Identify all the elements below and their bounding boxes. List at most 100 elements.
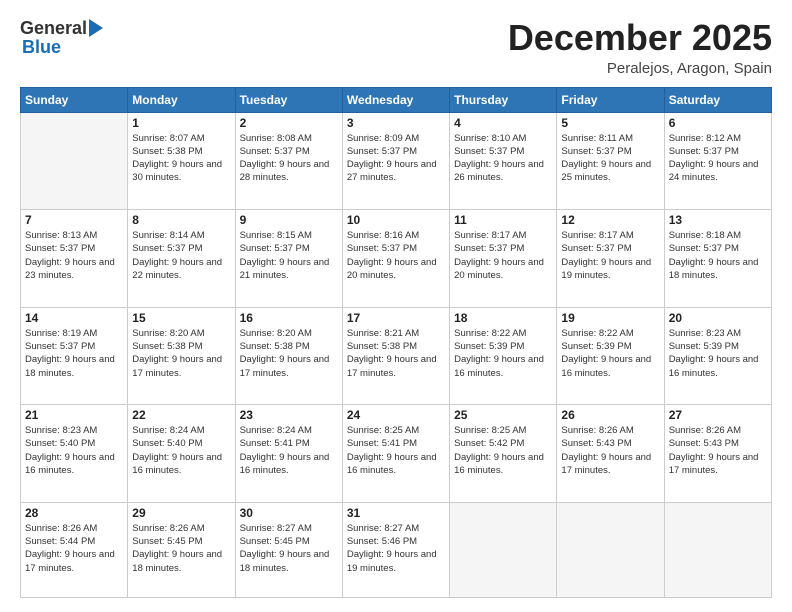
day-sunrise: Sunrise: 8:18 AM [669,229,767,242]
calendar-day-cell: 31 Sunrise: 8:27 AM Sunset: 5:46 PM Dayl… [342,502,449,597]
calendar-day-cell: 12 Sunrise: 8:17 AM Sunset: 5:37 PM Dayl… [557,210,664,308]
day-sunrise: Sunrise: 8:08 AM [240,132,338,145]
calendar-day-cell: 22 Sunrise: 8:24 AM Sunset: 5:40 PM Dayl… [128,405,235,503]
calendar-day-cell: 15 Sunrise: 8:20 AM Sunset: 5:38 PM Dayl… [128,307,235,405]
day-sunrise: Sunrise: 8:15 AM [240,229,338,242]
day-sunrise: Sunrise: 8:13 AM [25,229,123,242]
day-number: 26 [561,408,659,422]
day-sunrise: Sunrise: 8:26 AM [561,424,659,437]
calendar-day-cell: 30 Sunrise: 8:27 AM Sunset: 5:45 PM Dayl… [235,502,342,597]
day-daylight: Daylight: 9 hours and 16 minutes. [240,451,338,478]
calendar-day-cell: 10 Sunrise: 8:16 AM Sunset: 5:37 PM Dayl… [342,210,449,308]
day-sunrise: Sunrise: 8:09 AM [347,132,445,145]
day-daylight: Daylight: 9 hours and 26 minutes. [454,158,552,185]
logo-blue-text: Blue [22,37,61,58]
calendar-day-cell [450,502,557,597]
day-number: 24 [347,408,445,422]
day-number: 18 [454,311,552,325]
day-number: 5 [561,116,659,130]
day-sunrise: Sunrise: 8:17 AM [561,229,659,242]
col-wednesday: Wednesday [342,87,449,112]
calendar-day-cell: 1 Sunrise: 8:07 AM Sunset: 5:38 PM Dayli… [128,112,235,210]
day-daylight: Daylight: 9 hours and 16 minutes. [454,353,552,380]
day-sunset: Sunset: 5:43 PM [561,437,659,450]
calendar-day-cell: 23 Sunrise: 8:24 AM Sunset: 5:41 PM Dayl… [235,405,342,503]
day-number: 10 [347,213,445,227]
day-sunrise: Sunrise: 8:12 AM [669,132,767,145]
day-number: 23 [240,408,338,422]
day-daylight: Daylight: 9 hours and 17 minutes. [240,353,338,380]
calendar-day-cell [557,502,664,597]
calendar-day-cell: 11 Sunrise: 8:17 AM Sunset: 5:37 PM Dayl… [450,210,557,308]
day-sunset: Sunset: 5:40 PM [25,437,123,450]
day-number: 8 [132,213,230,227]
day-daylight: Daylight: 9 hours and 23 minutes. [25,256,123,283]
day-number: 4 [454,116,552,130]
day-sunrise: Sunrise: 8:17 AM [454,229,552,242]
day-daylight: Daylight: 9 hours and 18 minutes. [132,548,230,575]
logo-arrow-icon [89,19,103,37]
day-sunrise: Sunrise: 8:23 AM [669,327,767,340]
day-sunrise: Sunrise: 8:22 AM [454,327,552,340]
day-sunset: Sunset: 5:37 PM [25,242,123,255]
day-daylight: Daylight: 9 hours and 17 minutes. [132,353,230,380]
col-tuesday: Tuesday [235,87,342,112]
location-subtitle: Peralejos, Aragon, Spain [508,60,772,77]
calendar-day-cell: 6 Sunrise: 8:12 AM Sunset: 5:37 PM Dayli… [664,112,771,210]
day-daylight: Daylight: 9 hours and 16 minutes. [25,451,123,478]
day-sunset: Sunset: 5:37 PM [454,242,552,255]
calendar-day-cell: 27 Sunrise: 8:26 AM Sunset: 5:43 PM Dayl… [664,405,771,503]
day-sunset: Sunset: 5:41 PM [347,437,445,450]
day-daylight: Daylight: 9 hours and 18 minutes. [240,548,338,575]
day-daylight: Daylight: 9 hours and 16 minutes. [132,451,230,478]
day-sunrise: Sunrise: 8:23 AM [25,424,123,437]
day-number: 7 [25,213,123,227]
day-sunrise: Sunrise: 8:19 AM [25,327,123,340]
day-sunset: Sunset: 5:37 PM [347,145,445,158]
day-sunrise: Sunrise: 8:14 AM [132,229,230,242]
day-sunset: Sunset: 5:39 PM [669,340,767,353]
calendar-day-cell: 21 Sunrise: 8:23 AM Sunset: 5:40 PM Dayl… [21,405,128,503]
day-sunset: Sunset: 5:42 PM [454,437,552,450]
day-sunset: Sunset: 5:45 PM [240,535,338,548]
day-number: 17 [347,311,445,325]
day-sunset: Sunset: 5:37 PM [669,242,767,255]
day-sunrise: Sunrise: 8:25 AM [347,424,445,437]
day-number: 12 [561,213,659,227]
day-daylight: Daylight: 9 hours and 16 minutes. [669,353,767,380]
header: General Blue December 2025 Peralejos, Ar… [20,18,772,77]
day-number: 6 [669,116,767,130]
day-sunrise: Sunrise: 8:25 AM [454,424,552,437]
day-sunset: Sunset: 5:40 PM [132,437,230,450]
day-daylight: Daylight: 9 hours and 20 minutes. [454,256,552,283]
day-number: 19 [561,311,659,325]
day-sunset: Sunset: 5:44 PM [25,535,123,548]
day-sunset: Sunset: 5:37 PM [347,242,445,255]
day-number: 28 [25,506,123,520]
day-sunset: Sunset: 5:37 PM [240,242,338,255]
day-daylight: Daylight: 9 hours and 16 minutes. [561,353,659,380]
day-daylight: Daylight: 9 hours and 30 minutes. [132,158,230,185]
day-daylight: Daylight: 9 hours and 16 minutes. [347,451,445,478]
day-number: 27 [669,408,767,422]
day-sunset: Sunset: 5:43 PM [669,437,767,450]
calendar-day-cell: 3 Sunrise: 8:09 AM Sunset: 5:37 PM Dayli… [342,112,449,210]
day-number: 30 [240,506,338,520]
day-sunrise: Sunrise: 8:11 AM [561,132,659,145]
day-sunset: Sunset: 5:41 PM [240,437,338,450]
day-number: 20 [669,311,767,325]
calendar-day-cell [21,112,128,210]
day-sunset: Sunset: 5:38 PM [132,340,230,353]
day-number: 29 [132,506,230,520]
day-daylight: Daylight: 9 hours and 25 minutes. [561,158,659,185]
day-daylight: Daylight: 9 hours and 19 minutes. [347,548,445,575]
day-sunset: Sunset: 5:38 PM [132,145,230,158]
day-sunrise: Sunrise: 8:16 AM [347,229,445,242]
title-section: December 2025 Peralejos, Aragon, Spain [508,18,772,77]
day-number: 31 [347,506,445,520]
day-sunset: Sunset: 5:46 PM [347,535,445,548]
day-number: 22 [132,408,230,422]
calendar-day-cell: 8 Sunrise: 8:14 AM Sunset: 5:37 PM Dayli… [128,210,235,308]
day-sunset: Sunset: 5:38 PM [347,340,445,353]
col-saturday: Saturday [664,87,771,112]
